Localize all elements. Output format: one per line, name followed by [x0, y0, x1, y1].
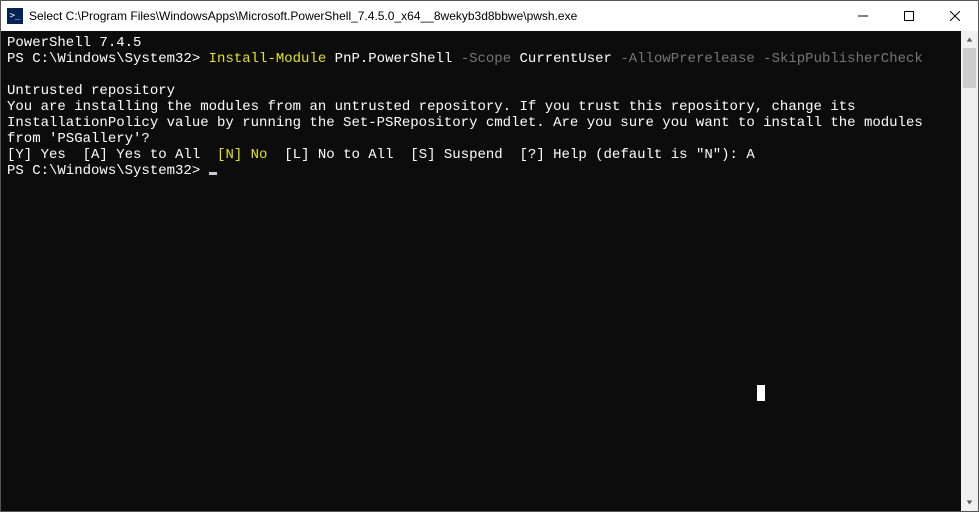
- text-cursor: [209, 172, 217, 175]
- module-arg: PnP.PowerShell: [326, 51, 452, 67]
- choice-suspend: [S] Suspend: [402, 147, 511, 163]
- window-title: Select C:\Program Files\WindowsApps\Micr…: [29, 9, 577, 23]
- terminal-output[interactable]: PowerShell 7.4.5 PS C:\Windows\System32>…: [1, 31, 961, 511]
- powershell-window: >_ Select C:\Program Files\WindowsApps\M…: [0, 0, 979, 512]
- scope-param: -Scope: [452, 51, 511, 67]
- prompt-2: PS C:\Windows\System32>: [7, 163, 209, 179]
- untrusted-heading: Untrusted repository: [7, 83, 175, 99]
- title-bar[interactable]: >_ Select C:\Program Files\WindowsApps\M…: [1, 1, 978, 31]
- scroll-up-button[interactable]: [961, 31, 978, 48]
- scroll-track[interactable]: [961, 48, 978, 494]
- choice-answer: A: [746, 147, 754, 163]
- choice-no: [N] No: [209, 147, 276, 163]
- maximize-button[interactable]: [886, 1, 932, 31]
- cmdlet-name: Install-Module: [209, 51, 327, 67]
- powershell-icon: >_: [7, 8, 23, 24]
- choice-no-all: [L] No to All: [276, 147, 402, 163]
- scroll-down-button[interactable]: [961, 494, 978, 511]
- choice-yes-all: [A] Yes to All: [74, 147, 208, 163]
- close-button[interactable]: [932, 1, 978, 31]
- ps-version-line: PowerShell 7.4.5: [7, 35, 141, 51]
- minimize-button[interactable]: [840, 1, 886, 31]
- scope-value: CurrentUser: [511, 51, 612, 67]
- untrusted-body: You are installing the modules from an u…: [7, 99, 931, 147]
- choice-yes: [Y] Yes: [7, 147, 74, 163]
- selection-highlight: [757, 385, 765, 401]
- allow-prerelease-param: -AllowPrerelease: [612, 51, 755, 67]
- choice-help: [?] Help (default is "N"):: [511, 147, 746, 163]
- terminal-container: PowerShell 7.4.5 PS C:\Windows\System32>…: [1, 31, 978, 511]
- scroll-thumb[interactable]: [963, 48, 976, 88]
- vertical-scrollbar[interactable]: [961, 31, 978, 511]
- prompt-1: PS C:\Windows\System32>: [7, 51, 209, 67]
- skip-publisher-check-param: -SkipPublisherCheck: [755, 51, 923, 67]
